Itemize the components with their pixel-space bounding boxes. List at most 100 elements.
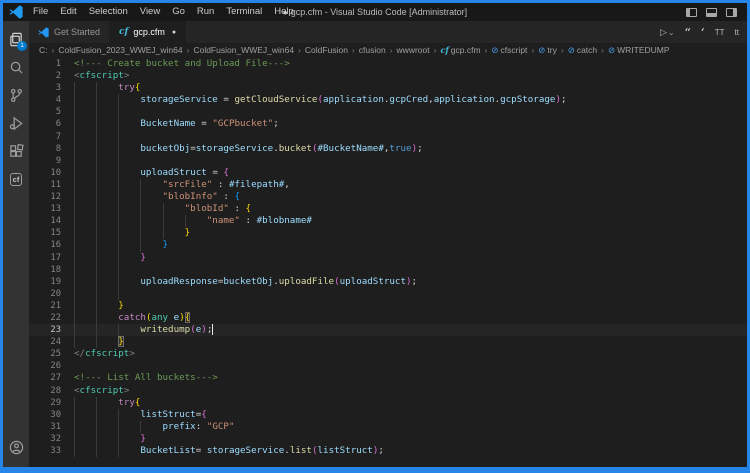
line-number: 22 (29, 312, 61, 324)
breadcrumb-item[interactable]: wwwroot (397, 45, 430, 55)
toggle-sidebar-icon[interactable] (686, 8, 697, 17)
code-line[interactable]: 6 BucketName = "GCPbucket"; (29, 118, 747, 130)
single-quote-icon[interactable]: ‘ (701, 26, 705, 39)
indent-guide (96, 264, 97, 276)
indent-guide (96, 227, 97, 239)
code-line[interactable]: 2<cfscript> (29, 70, 747, 82)
menu-view[interactable]: View (134, 3, 166, 21)
extensions-icon[interactable] (3, 137, 29, 165)
breadcrumb-item[interactable]: ⊘cfscript (491, 45, 527, 56)
code-line[interactable]: 25</cfscript> (29, 348, 747, 360)
line-number: 20 (29, 288, 61, 300)
run-or-debug-icon[interactable]: ▷⌄ (660, 27, 675, 38)
indent-guide (96, 397, 97, 409)
indent-guide (185, 215, 186, 227)
code-line[interactable]: 7 (29, 131, 747, 143)
code-line[interactable]: 28<cfscript> (29, 385, 747, 397)
lowercase-icon[interactable]: tt (735, 28, 739, 37)
indent-guide (118, 106, 119, 118)
menu-edit[interactable]: Edit (54, 3, 82, 21)
line-number: 4 (29, 94, 61, 106)
indent-guide (96, 167, 97, 179)
code-line[interactable]: 17 } (29, 252, 747, 264)
indent-guide (74, 252, 75, 264)
code-line[interactable]: 3 try{ (29, 82, 747, 94)
indent-guide (74, 336, 75, 348)
code-line[interactable]: 27<!--- List All buckets---> (29, 372, 747, 384)
code-line[interactable]: 23 writedump(e); (29, 324, 747, 336)
run-and-debug-icon[interactable] (3, 109, 29, 137)
code-line[interactable]: 9 (29, 155, 747, 167)
indent-guide (118, 191, 119, 203)
breadcrumb-item[interactable]: ColdFusion_2023_WWEJ_win64 (58, 45, 182, 55)
code-line[interactable]: 14 "name" : #blobname# (29, 215, 747, 227)
code-line[interactable]: 19 uploadResponse=bucketObj.uploadFile(u… (29, 276, 747, 288)
code-line[interactable]: 11 "srcFile" : #filepath#, (29, 179, 747, 191)
indent-guide (96, 433, 97, 445)
code-line[interactable]: 29 try{ (29, 397, 747, 409)
breadcrumb-separator: › (601, 45, 604, 55)
code-line[interactable]: 10 uploadStruct = { (29, 167, 747, 179)
double-quote-icon[interactable]: “ (685, 26, 691, 39)
search-icon[interactable] (3, 53, 29, 81)
indent-guide (74, 445, 75, 457)
code-line[interactable]: 30 listStruct={ (29, 409, 747, 421)
breadcrumb-item[interactable]: ⊘try (538, 45, 557, 56)
indent-guide (118, 179, 119, 191)
line-number: 7 (29, 131, 61, 143)
tab-get-started[interactable]: Get Started (29, 21, 110, 43)
code-line[interactable]: 1<!--- Create bucket and Upload File---> (29, 58, 747, 70)
toggle-panel-icon[interactable] (706, 8, 717, 17)
indent-guide (74, 276, 75, 288)
breadcrumb-item[interactable]: C: (39, 45, 48, 55)
indent-guide (74, 239, 75, 251)
breadcrumb-item[interactable]: ColdFusion (305, 45, 348, 55)
code-line[interactable]: 31 prefix: "GCP" (29, 421, 747, 433)
breadcrumb-separator: › (561, 45, 564, 55)
menu-go[interactable]: Go (166, 3, 191, 21)
uppercase-icon[interactable]: TT (715, 28, 725, 37)
breadcrumb-item[interactable]: ColdFusion_WWEJ_win64 (193, 45, 294, 55)
breadcrumb-item[interactable]: cfgcp.cfm (440, 45, 480, 55)
source-control-icon[interactable] (3, 81, 29, 109)
code-line[interactable]: 5 (29, 106, 747, 118)
code-line[interactable]: 13 "blobId" : { (29, 203, 747, 215)
menu-file[interactable]: File (27, 3, 54, 21)
breadcrumb-item[interactable]: ⊘catch (568, 45, 597, 56)
code-area[interactable]: 1<!--- Create bucket and Upload File--->… (29, 57, 747, 467)
accounts-icon[interactable] (3, 433, 29, 461)
tab-gcp-cfm[interactable]: cf gcp.cfm ● (110, 21, 186, 43)
code-line[interactable]: 22 catch(any e){ (29, 312, 747, 324)
code-line[interactable]: 24 } (29, 336, 747, 348)
code-line[interactable]: 16 } (29, 239, 747, 251)
code-line[interactable]: 32 } (29, 433, 747, 445)
breadcrumb-item[interactable]: ⊘WRITEDUMP (608, 45, 670, 56)
explorer-icon[interactable]: 1 (3, 25, 29, 53)
code-line[interactable]: 21 } (29, 300, 747, 312)
indent-guide (74, 82, 75, 94)
indent-guide (74, 143, 75, 155)
line-number: 6 (29, 118, 61, 130)
vscode-logo-icon (38, 27, 49, 38)
line-number: 9 (29, 155, 61, 167)
code-line[interactable]: 33 BucketList= storageService.list(listS… (29, 445, 747, 457)
menu-help[interactable]: Help (268, 3, 300, 21)
chevron-down-icon: ⌄ (668, 28, 675, 37)
code-line[interactable]: 4 storageService = getCloudService(appli… (29, 94, 747, 106)
code-line[interactable]: 8 bucketObj=storageService.bucket(#Bucke… (29, 143, 747, 155)
code-line[interactable]: 20 (29, 288, 747, 300)
code-line[interactable]: 26 (29, 360, 747, 372)
code-line[interactable]: 12 "blobInfo" : { (29, 191, 747, 203)
indent-guide (163, 203, 164, 215)
menu-run[interactable]: Run (191, 3, 220, 21)
code-line[interactable]: 18 (29, 264, 747, 276)
menu-terminal[interactable]: Terminal (220, 3, 268, 21)
toggle-secondary-sidebar-icon[interactable] (726, 8, 737, 17)
editor-actions: ▷⌄ “ ‘ TT tt (660, 21, 747, 43)
line-number: 5 (29, 106, 61, 118)
breadcrumb-item[interactable]: cfusion (359, 45, 386, 55)
code-line[interactable]: 15 } (29, 227, 747, 239)
menu-selection[interactable]: Selection (83, 3, 134, 21)
activity-bar: 1 cf (3, 21, 29, 467)
coldfusion-extension-icon[interactable]: cf (3, 165, 29, 193)
